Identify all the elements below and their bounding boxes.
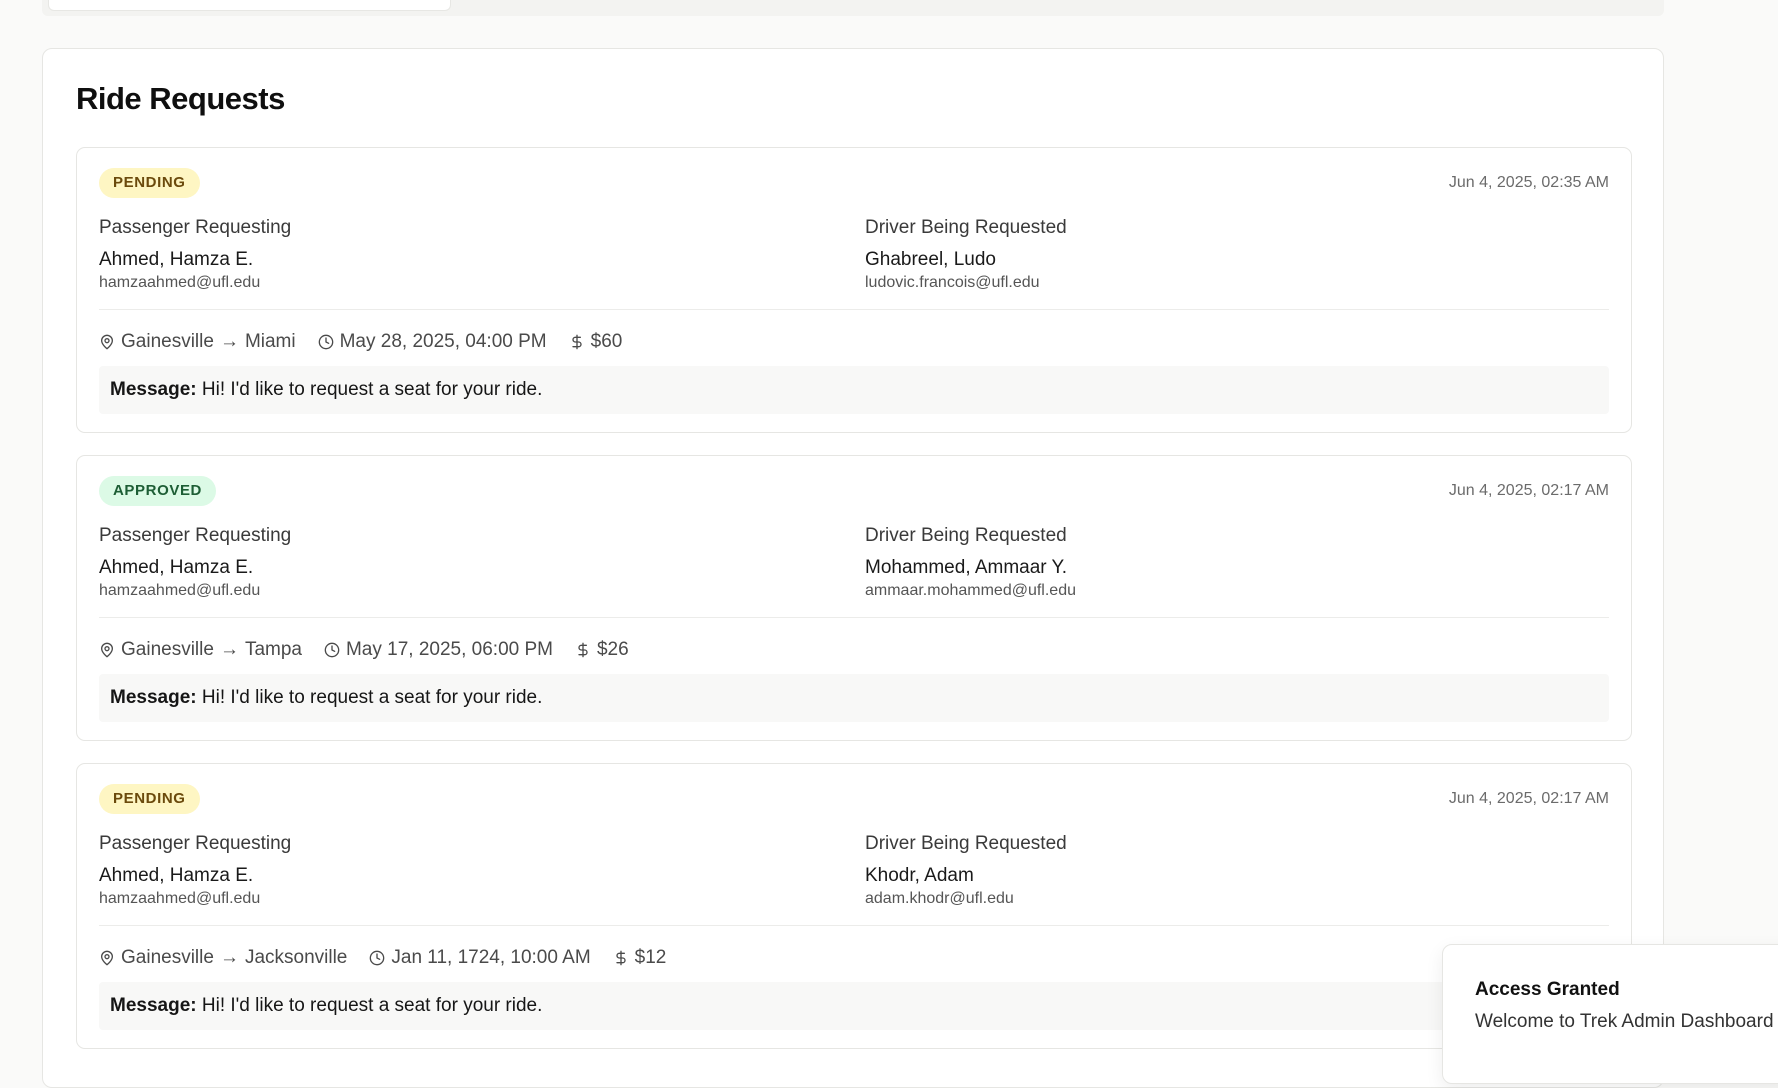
departure-time: Jan 11, 1724, 10:00 AM: [391, 947, 591, 968]
ride-requests-panel: Ride Requests PENDING Jun 4, 2025, 02:35…: [42, 48, 1664, 1088]
toast-description: Welcome to Trek Admin Dashboard: [1475, 1011, 1774, 1032]
card-divider: [99, 617, 1609, 618]
route-origin: Gainesville: [121, 331, 214, 352]
driver-email: ammaar.mohammed@ufl.edu: [865, 582, 1076, 599]
request-message: Message: Hi! I'd like to request a seat …: [99, 366, 1609, 414]
departure-time: May 17, 2025, 06:00 PM: [345, 639, 553, 660]
card-divider: [99, 925, 1609, 926]
passenger-email: hamzaahmed@ufl.edu: [99, 274, 261, 291]
ride-details: Gainesville → Jacksonville Jan 11, 1724,…: [99, 946, 688, 970]
message-text: Hi! I'd like to request a seat for your …: [201, 379, 543, 400]
passenger-name: Ahmed, Hamza E.: [99, 557, 254, 578]
toast-title: Access Granted: [1475, 979, 1620, 1000]
passenger-name: Ahmed, Hamza E.: [99, 249, 254, 270]
passenger-info: Passenger Requesting Ahmed, Hamza E. ham…: [99, 216, 291, 293]
ride-request-card: APPROVED Jun 4, 2025, 02:17 AM Passenger…: [76, 455, 1632, 741]
ride-price: $12: [634, 947, 667, 968]
dollar-sign-icon: [616, 950, 626, 966]
passenger-name: Ahmed, Hamza E.: [99, 865, 254, 886]
card-divider: [99, 309, 1609, 310]
route-info: Gainesville → Jacksonville: [99, 946, 347, 970]
driver-info: Driver Being Requested Mohammed, Ammaar …: [865, 524, 1076, 601]
departure-info: Jan 11, 1724, 10:00 AM: [369, 946, 591, 970]
request-message: Message: Hi! I'd like to request a seat …: [99, 982, 1609, 1030]
route-destination: Miami: [244, 331, 296, 352]
passenger-email: hamzaahmed@ufl.edu: [99, 582, 261, 599]
message-text: Hi! I'd like to request a seat for your …: [201, 687, 543, 708]
passenger-info: Passenger Requesting Ahmed, Hamza E. ham…: [99, 524, 291, 601]
map-pin-icon: [101, 334, 113, 350]
ride-details: Gainesville → Tampa May 17, 2025, 06:00 …: [99, 638, 651, 662]
driver-email: adam.khodr@ufl.edu: [865, 890, 1014, 907]
clock-icon: [324, 642, 340, 658]
passenger-label: Passenger Requesting: [99, 833, 292, 854]
price-info: $26: [575, 638, 629, 662]
message-text: Hi! I'd like to request a seat for your …: [201, 995, 543, 1016]
route-origin: Gainesville: [121, 947, 214, 968]
departure-info: May 28, 2025, 04:00 PM: [318, 330, 547, 354]
route-destination: Jacksonville: [244, 947, 348, 968]
ride-request-card: PENDING Jun 4, 2025, 02:35 AM Passenger …: [76, 147, 1632, 433]
price-info: $60: [569, 330, 623, 354]
ride-details: Gainesville → Miami May 28, 2025, 04:00 …: [99, 330, 644, 354]
message-label: Message:: [110, 687, 197, 708]
message-label: Message:: [110, 995, 197, 1016]
ride-price: $26: [596, 639, 629, 660]
arrow-right-icon: →: [219, 947, 239, 968]
passenger-email: hamzaahmed@ufl.edu: [99, 890, 261, 907]
clock-icon: [370, 950, 385, 966]
clock-icon: [318, 334, 333, 350]
ride-price: $60: [590, 331, 623, 352]
map-pin-icon: [101, 950, 113, 966]
departure-time: May 28, 2025, 04:00 PM: [339, 331, 547, 352]
previous-panel-input-edge: [48, 0, 451, 11]
driver-info: Driver Being Requested Khodr, Adam adam.…: [865, 832, 1067, 909]
route-origin: Gainesville: [121, 639, 214, 660]
dollar-sign-icon: [571, 334, 582, 350]
message-label: Message:: [110, 379, 197, 400]
request-timestamp: Jun 4, 2025, 02:35 AM: [1448, 174, 1609, 191]
ride-request-card: PENDING Jun 4, 2025, 02:17 AM Passenger …: [76, 763, 1632, 1049]
map-pin-icon: [101, 642, 113, 658]
driver-info: Driver Being Requested Ghabreel, Ludo lu…: [865, 216, 1067, 293]
driver-name: Khodr, Adam: [865, 865, 974, 886]
request-message: Message: Hi! I'd like to request a seat …: [99, 674, 1609, 722]
route-info: Gainesville → Tampa: [99, 638, 302, 662]
passenger-label: Passenger Requesting: [99, 525, 292, 546]
route-destination: Tampa: [244, 639, 302, 660]
driver-label: Driver Being Requested: [865, 525, 1067, 546]
departure-info: May 17, 2025, 06:00 PM: [324, 638, 553, 662]
access-granted-toast[interactable]: Access Granted Welcome to Trek Admin Das…: [1442, 944, 1778, 1084]
passenger-info: Passenger Requesting Ahmed, Hamza E. ham…: [99, 832, 291, 909]
panel-title: Ride Requests: [76, 81, 285, 116]
arrow-right-icon: →: [219, 331, 239, 352]
status-badge: PENDING: [99, 168, 200, 198]
dollar-sign-icon: [578, 642, 588, 658]
driver-label: Driver Being Requested: [865, 833, 1067, 854]
driver-label: Driver Being Requested: [865, 217, 1067, 238]
status-badge: PENDING: [99, 784, 200, 814]
driver-name: Mohammed, Ammaar Y.: [865, 557, 1068, 578]
status-badge: APPROVED: [99, 476, 216, 506]
driver-email: ludovic.francois@ufl.edu: [865, 274, 1040, 291]
driver-name: Ghabreel, Ludo: [865, 249, 996, 270]
passenger-label: Passenger Requesting: [99, 217, 292, 238]
price-info: $12: [613, 946, 667, 970]
request-timestamp: Jun 4, 2025, 02:17 AM: [1448, 482, 1609, 499]
route-info: Gainesville → Miami: [99, 330, 296, 354]
request-timestamp: Jun 4, 2025, 02:17 AM: [1448, 790, 1609, 807]
arrow-right-icon: →: [219, 639, 239, 660]
